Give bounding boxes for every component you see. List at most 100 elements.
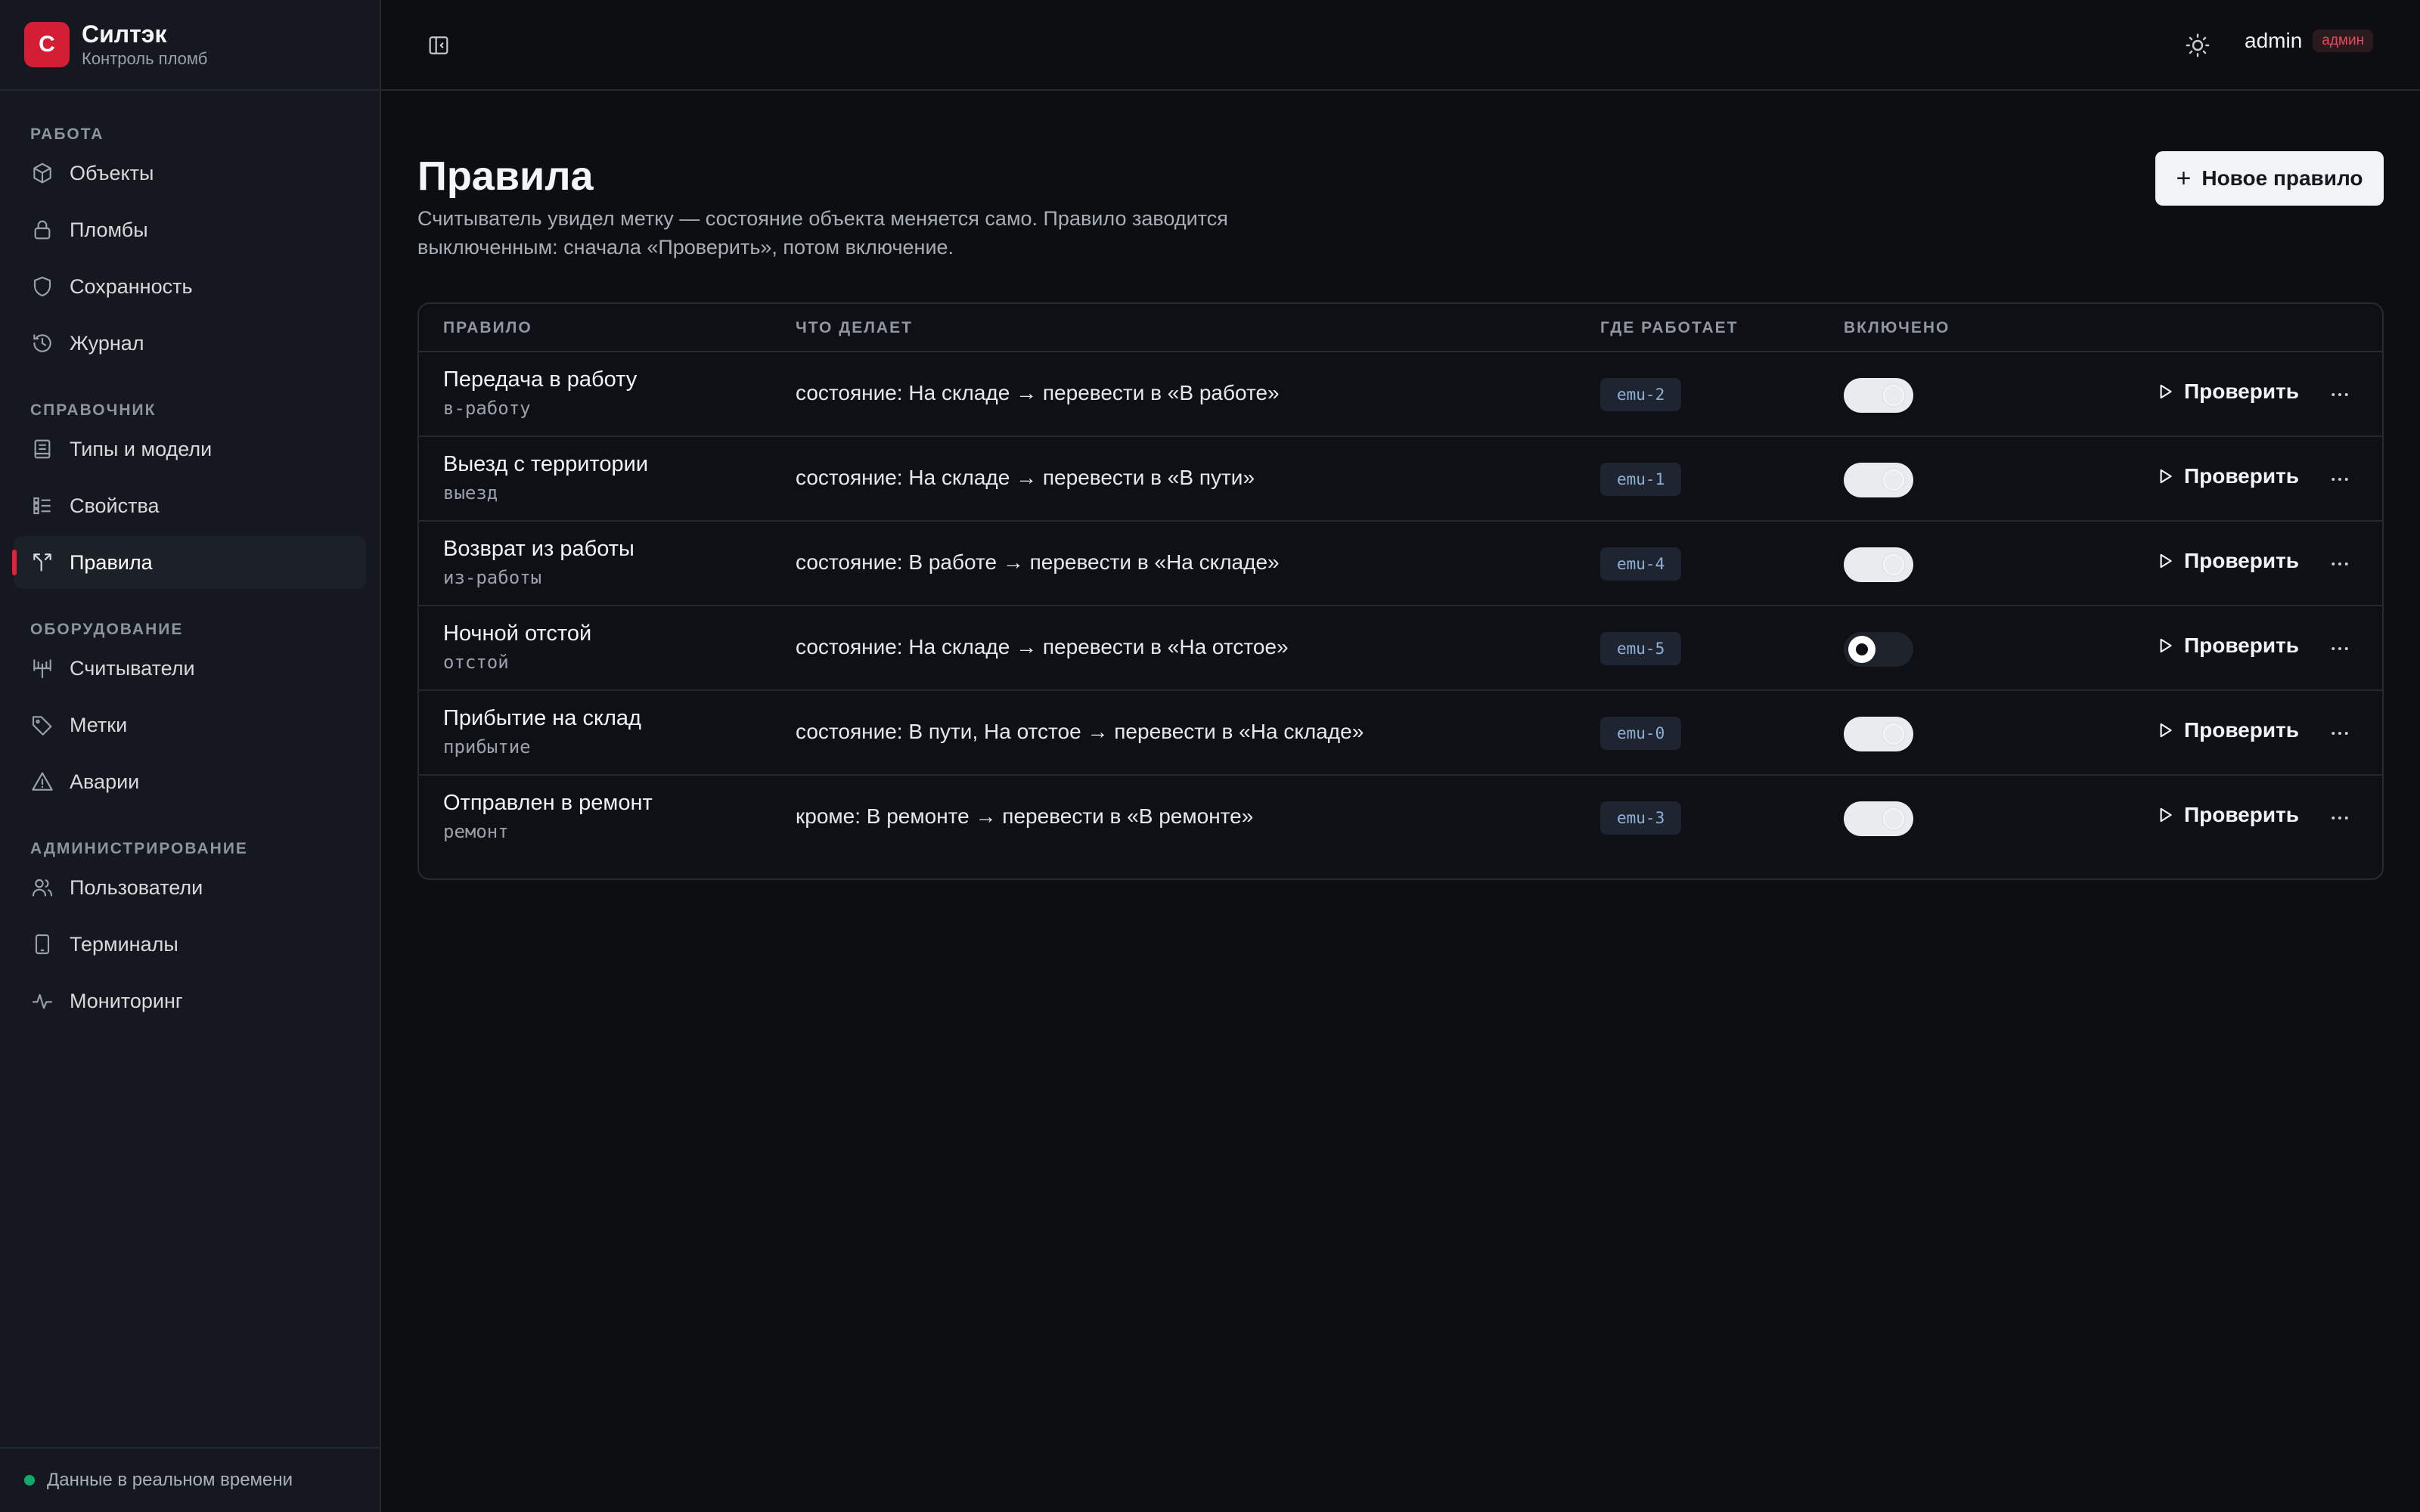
topbar: admin админ bbox=[381, 0, 2420, 91]
check-label: Проверить bbox=[2184, 464, 2299, 488]
check-button[interactable]: Проверить bbox=[2155, 464, 2299, 488]
enabled-toggle[interactable] bbox=[1844, 801, 1913, 836]
play-icon bbox=[2155, 551, 2175, 571]
sidebar-item-users[interactable]: Пользователи bbox=[14, 861, 366, 914]
book-icon bbox=[30, 437, 54, 461]
more-button[interactable] bbox=[2323, 632, 2356, 665]
list-icon bbox=[30, 494, 54, 518]
rule-slug: ремонт bbox=[443, 821, 509, 842]
tablet-icon bbox=[30, 932, 54, 956]
play-icon bbox=[2155, 720, 2175, 740]
play-icon bbox=[2155, 636, 2175, 655]
more-button[interactable] bbox=[2323, 801, 2356, 835]
enabled-toggle[interactable] bbox=[1844, 632, 1913, 667]
nav-section-title: РАБОТА bbox=[30, 125, 104, 143]
sidebar-item-label: Сохранность bbox=[70, 274, 193, 298]
brand-name: Силтэк bbox=[82, 20, 167, 48]
sidebar-item-safety[interactable]: Сохранность bbox=[14, 260, 366, 313]
sidebar-item-readers[interactable]: Считыватели bbox=[14, 642, 366, 695]
lock-icon bbox=[30, 218, 54, 242]
more-icon bbox=[2332, 816, 2348, 820]
check-button[interactable]: Проверить bbox=[2155, 803, 2299, 827]
rules-table: ПРАВИЛО ЧТО ДЕЛАЕТ ГДЕ РАБОТАЕТ ВКЛЮЧЕНО… bbox=[417, 302, 2384, 880]
enabled-toggle[interactable] bbox=[1844, 378, 1913, 413]
sidebar-item-label: Объекты bbox=[70, 161, 154, 184]
brand[interactable]: С Силтэк Контроль пломб bbox=[0, 0, 380, 91]
table-row[interactable]: Выезд с территории выезд состояние: На скл… bbox=[419, 437, 2382, 522]
more-button[interactable] bbox=[2323, 547, 2356, 581]
nav-section-title: ОБОРУДОВАНИЕ bbox=[30, 621, 184, 638]
play-icon bbox=[2155, 805, 2175, 825]
sidebar-item-seals[interactable]: Пломбы bbox=[14, 203, 366, 256]
rule-action: состояние: На складе → перевести в «В ра… bbox=[796, 381, 1280, 404]
toggle-knob bbox=[1883, 723, 1904, 745]
rule-name: Передача в работу bbox=[443, 367, 638, 392]
toggle-sidebar-button[interactable] bbox=[427, 33, 451, 57]
rule-action: состояние: В пути, На отстое → перевести… bbox=[796, 720, 1364, 743]
more-icon bbox=[2332, 393, 2348, 396]
split-arrow-icon bbox=[30, 550, 54, 575]
toggle-knob bbox=[1883, 554, 1904, 575]
table-row[interactable]: Отправлен в ремонт ремонт кроме: В ремонте… bbox=[419, 776, 2382, 860]
more-button[interactable] bbox=[2323, 378, 2356, 411]
header-what: ЧТО ДЕЛАЕТ bbox=[796, 319, 913, 336]
sidebar-item-label: Типы и модели bbox=[70, 437, 213, 460]
sidebar-item-rules[interactable]: Правила bbox=[12, 536, 366, 589]
page-description: Считыватель увидел метку — состояние объ… bbox=[417, 207, 1228, 259]
sidebar-item-label: Метки bbox=[70, 713, 128, 736]
cube-icon bbox=[30, 161, 54, 185]
check-button[interactable]: Проверить bbox=[2155, 549, 2299, 573]
nav-section-title: СПРАВОЧНИК bbox=[30, 401, 157, 419]
enabled-toggle[interactable] bbox=[1844, 547, 1913, 582]
sidebar-nav: РАБОТА Объекты Пломбы Сохранность Журнал… bbox=[0, 91, 380, 1027]
table-row[interactable]: Ночной отстой отстой состояние: На складе … bbox=[419, 606, 2382, 691]
user-menu[interactable]: admin админ bbox=[2245, 29, 2374, 53]
rule-name: Ночной отстой bbox=[443, 621, 592, 646]
header-where: ГДЕ РАБОТАЕТ bbox=[1600, 319, 1739, 336]
more-icon bbox=[2332, 732, 2348, 735]
more-icon bbox=[2332, 647, 2348, 650]
table-body: Передача в работу в-работу состояние: На с… bbox=[419, 352, 2382, 860]
check-button[interactable]: Проверить bbox=[2155, 634, 2299, 658]
sidebar-item-properties[interactable]: Свойства bbox=[14, 479, 366, 532]
new-rule-button[interactable]: + Новое правило bbox=[2155, 151, 2384, 206]
table-row[interactable]: Передача в работу в-работу состояние: На с… bbox=[419, 352, 2382, 437]
check-button[interactable]: Проверить bbox=[2155, 380, 2299, 404]
enabled-toggle[interactable] bbox=[1844, 717, 1913, 751]
sidebar-item-types[interactable]: Типы и модели bbox=[14, 423, 366, 476]
check-label: Проверить bbox=[2184, 634, 2299, 657]
users-icon bbox=[30, 875, 54, 900]
theme-toggle-button[interactable] bbox=[2184, 32, 2211, 59]
sidebar-item-label: Свойства bbox=[70, 494, 160, 517]
sidebar-item-monitoring[interactable]: Мониторинг bbox=[14, 974, 366, 1027]
sidebar-item-terminals[interactable]: Терминалы bbox=[14, 918, 366, 971]
sidebar-item-label: Считыватели bbox=[70, 656, 195, 680]
check-button[interactable]: Проверить bbox=[2155, 718, 2299, 742]
nav-section-title: АДМИНИСТРИРОВАНИЕ bbox=[30, 840, 248, 857]
enabled-toggle[interactable] bbox=[1844, 463, 1913, 497]
sidebar-item-alarms[interactable]: Аварии bbox=[14, 755, 366, 808]
table-row[interactable]: Возврат из работы из-работы состояние: В р… bbox=[419, 522, 2382, 606]
more-button[interactable] bbox=[2323, 717, 2356, 750]
reader-badge: emu-4 bbox=[1600, 547, 1682, 581]
rule-name: Выезд с территории bbox=[443, 452, 649, 476]
toggle-knob bbox=[1883, 385, 1904, 406]
reader-badge: emu-3 bbox=[1600, 801, 1682, 835]
sidebar-item-tags[interactable]: Метки bbox=[14, 699, 366, 751]
pulse-icon bbox=[30, 989, 54, 1013]
rule-action: состояние: На складе → перевести в «На о… bbox=[796, 635, 1289, 658]
check-label: Проверить bbox=[2184, 718, 2299, 742]
sidebar-item-objects[interactable]: Объекты bbox=[14, 147, 366, 200]
reader-badge: emu-1 bbox=[1600, 463, 1682, 496]
check-label: Проверить bbox=[2184, 380, 2299, 403]
more-icon bbox=[2332, 562, 2348, 565]
more-button[interactable] bbox=[2323, 463, 2356, 496]
live-indicator-icon bbox=[24, 1475, 35, 1486]
rule-name: Возврат из работы bbox=[443, 537, 634, 561]
rule-slug: из-работы bbox=[443, 567, 542, 588]
reader-badge: emu-5 bbox=[1600, 632, 1682, 665]
header-rule: ПРАВИЛО bbox=[443, 319, 532, 336]
table-row[interactable]: Прибытие на склад прибытие состояние: В пу… bbox=[419, 691, 2382, 776]
sidebar-item-journal[interactable]: Журнал bbox=[14, 317, 366, 370]
realtime-status: Данные в реальном времени bbox=[0, 1447, 380, 1512]
